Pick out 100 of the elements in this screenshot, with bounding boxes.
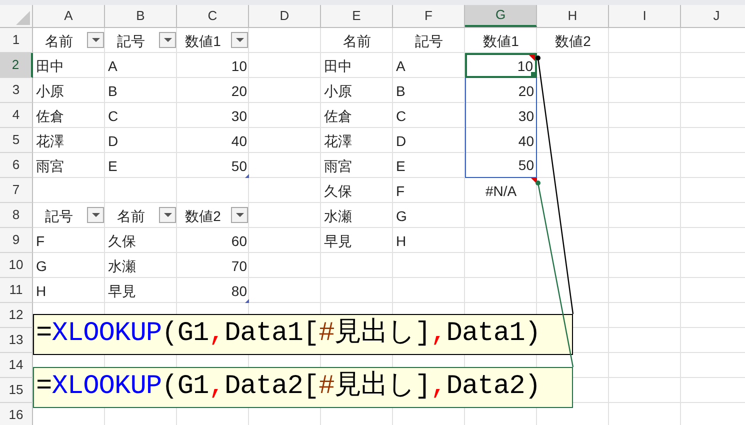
table-cell[interactable]: A — [393, 53, 465, 78]
table-cell[interactable]: C — [105, 103, 177, 128]
table-cell[interactable]: 30 — [177, 103, 249, 128]
table-cell[interactable]: 水瀬 — [321, 203, 393, 228]
table-cell[interactable]: B — [105, 78, 177, 103]
table-cell[interactable]: 佐倉 — [321, 103, 393, 128]
table-cell[interactable]: 記号 — [105, 28, 177, 53]
cell-text: 50 — [518, 158, 535, 172]
row-header[interactable]: 11 — [0, 278, 33, 303]
column-header[interactable]: B — [105, 5, 177, 27]
row-header[interactable]: 13 — [0, 328, 33, 353]
table-cell[interactable]: E — [393, 153, 465, 178]
table-cell[interactable]: F — [33, 228, 105, 253]
table-cell[interactable]: 数値2 — [537, 28, 609, 53]
table-cell[interactable]: 30 — [465, 103, 537, 128]
table-cell[interactable]: B — [393, 78, 465, 103]
table-cell[interactable]: 40 — [465, 128, 537, 153]
table-cell[interactable]: 40 — [177, 128, 249, 153]
cell-text: A — [107, 58, 118, 72]
cell-text: 小原 — [35, 84, 65, 98]
column-header[interactable]: C — [177, 5, 249, 27]
table-cell[interactable]: 早見 — [105, 278, 177, 303]
table-cell[interactable]: E — [105, 153, 177, 178]
table-cell[interactable]: 名前 — [321, 28, 393, 53]
column-header[interactable]: D — [249, 5, 321, 27]
row-header[interactable]: 4 — [0, 103, 33, 128]
table-cell[interactable]: 20 — [177, 78, 249, 103]
table-cell[interactable]: 50 — [465, 153, 537, 178]
table-cell[interactable]: 田中 — [321, 53, 393, 78]
table-cell[interactable]: 名前 — [105, 203, 177, 228]
table-cell[interactable]: 10 — [465, 53, 537, 78]
column-header[interactable]: J — [681, 5, 745, 27]
filter-button[interactable] — [159, 32, 176, 48]
row-header[interactable]: 7 — [0, 178, 33, 203]
table-cell[interactable]: 名前 — [33, 28, 105, 53]
table-cell[interactable]: 60 — [177, 228, 249, 253]
row-header[interactable]: 16 — [0, 403, 33, 425]
row-header[interactable]: 5 — [0, 128, 33, 153]
row-header[interactable]: 3 — [0, 78, 33, 103]
table-cell[interactable]: A — [105, 53, 177, 78]
table-cell[interactable]: 記号 — [393, 28, 465, 53]
table-cell[interactable]: 小原 — [33, 78, 105, 103]
table-cell[interactable]: 小原 — [321, 78, 393, 103]
table-cell[interactable]: 雨宮 — [33, 153, 105, 178]
table-cell[interactable]: 80 — [177, 278, 249, 303]
row-header[interactable]: 1 — [0, 28, 33, 53]
table-cell[interactable]: H — [393, 228, 465, 253]
row-header[interactable]: 9 — [0, 228, 33, 253]
table-cell[interactable]: 花澤 — [321, 128, 393, 153]
caret-icon — [236, 213, 244, 217]
table-cell[interactable]: C — [393, 103, 465, 128]
caret-icon — [92, 38, 100, 42]
row-header[interactable]: 2 — [0, 53, 33, 78]
table-cell[interactable]: 数値2 — [177, 203, 249, 228]
table-cell[interactable]: 雨宮 — [321, 153, 393, 178]
table-cell[interactable]: 久保 — [321, 178, 393, 203]
table-cell[interactable]: 20 — [465, 78, 537, 103]
table-cell[interactable]: H — [33, 278, 105, 303]
cell-text: F — [35, 234, 46, 248]
cell-text: G — [35, 258, 48, 272]
table-cell[interactable]: 記号 — [33, 203, 105, 228]
filter-button[interactable] — [231, 32, 248, 48]
filter-button[interactable] — [87, 32, 104, 48]
filter-button[interactable] — [159, 207, 176, 223]
table-cell[interactable]: G — [393, 203, 465, 228]
row-header[interactable]: 10 — [0, 253, 33, 278]
cell-text: 水瀬 — [107, 258, 137, 272]
table-cell[interactable]: 水瀬 — [105, 253, 177, 278]
row-header[interactable]: 12 — [0, 303, 33, 328]
cell-text: 雨宮 — [323, 158, 353, 172]
table-cell[interactable]: 早見 — [321, 228, 393, 253]
cell-text: E — [395, 158, 406, 172]
table-cell[interactable]: 佐倉 — [33, 103, 105, 128]
row-header[interactable]: 6 — [0, 153, 33, 178]
filter-button[interactable] — [87, 207, 104, 223]
cell-text: C — [395, 108, 408, 122]
table-cell[interactable]: 50 — [177, 153, 249, 178]
table-cell[interactable]: 数値1 — [465, 28, 537, 53]
fill-handle[interactable] — [531, 72, 537, 78]
table-cell[interactable]: 久保 — [105, 228, 177, 253]
column-header[interactable]: I — [609, 5, 681, 27]
table-cell[interactable]: 花澤 — [33, 128, 105, 153]
cell-text: 田中 — [35, 58, 65, 72]
table-cell[interactable]: F — [393, 178, 465, 203]
row-header[interactable]: 15 — [0, 378, 33, 403]
row-header[interactable]: 8 — [0, 203, 33, 228]
column-header[interactable]: H — [537, 5, 609, 27]
table-cell[interactable]: G — [33, 253, 105, 278]
table-cell[interactable]: 田中 — [33, 53, 105, 78]
filter-button[interactable] — [231, 207, 248, 223]
table-cell[interactable]: D — [393, 128, 465, 153]
column-header[interactable]: E — [321, 5, 393, 27]
column-header[interactable]: A — [33, 5, 105, 27]
table-cell[interactable]: 10 — [177, 53, 249, 78]
row-header[interactable]: 14 — [0, 353, 33, 378]
cell-text: 10 — [517, 58, 534, 72]
table-cell[interactable]: 数値1 — [177, 28, 249, 53]
table-cell[interactable]: 70 — [177, 253, 249, 278]
table-cell[interactable]: D — [105, 128, 177, 153]
column-header[interactable]: G — [465, 5, 537, 27]
